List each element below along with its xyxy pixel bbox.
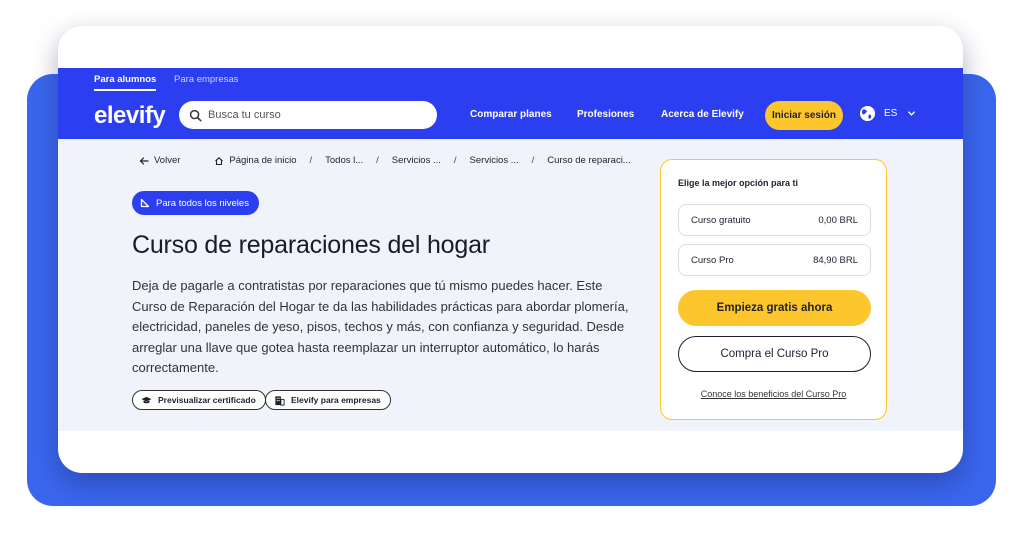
back-label: Volver <box>154 155 181 166</box>
breadcrumb: Volver Página de inicio / Todos l... / S… <box>139 155 631 166</box>
option-price: 84,90 BRL <box>813 254 858 266</box>
arrow-left-icon <box>139 156 149 165</box>
language-code: ES <box>884 108 898 119</box>
course-description: Deja de pagarle a contratistas por repar… <box>132 278 629 375</box>
breadcrumb-item[interactable]: Servicios ... <box>392 155 441 166</box>
breadcrumb-separator: / <box>376 155 379 166</box>
option-label: Curso Pro <box>691 254 734 266</box>
elevify-for-companies-button[interactable]: Elevify para empresas <box>265 390 391 410</box>
search-input[interactable] <box>208 109 428 121</box>
nav-professions[interactable]: Profesiones <box>577 109 634 120</box>
browser-card: Para alumnos Para empresas elevify Compa… <box>58 26 963 473</box>
pricing-card: Elige la mejor opción para ti Curso grat… <box>660 159 887 420</box>
option-pro-course[interactable]: Curso Pro 84,90 BRL <box>678 244 871 276</box>
option-price: 0,00 BRL <box>818 214 858 226</box>
tab-students[interactable]: Para alumnos <box>94 74 157 91</box>
preview-certificate-button[interactable]: Previsualizar certificado <box>132 390 266 410</box>
option-label: Curso gratuito <box>691 214 751 226</box>
tab-companies[interactable]: Para empresas <box>174 74 238 85</box>
page-title: Curso de reparaciones del hogar <box>132 231 490 259</box>
chevron-down-icon <box>908 111 916 116</box>
pricing-title: Elige la mejor opción para ti <box>678 178 799 188</box>
preview-certificate-label: Previsualizar certificado <box>158 395 256 405</box>
home-icon <box>215 156 224 165</box>
nav-about[interactable]: Acerca de Elevify <box>661 109 744 120</box>
pro-benefits-link[interactable]: Conoce los beneficios del Curso Pro <box>661 389 886 399</box>
breadcrumb-item[interactable]: Todos l... <box>325 155 363 166</box>
breadcrumb-home[interactable]: Página de inicio <box>214 155 296 166</box>
course-content: Volver Página de inicio / Todos l... / S… <box>58 139 963 431</box>
elevify-logo[interactable]: elevify <box>94 102 166 130</box>
level-badge: Para todos los niveles <box>132 191 259 215</box>
globe-icon <box>859 105 876 122</box>
nav-compare-plans[interactable]: Comparar planes <box>470 109 552 120</box>
search-box[interactable] <box>179 101 437 129</box>
home-label: Página de inicio <box>229 155 297 166</box>
search-icon <box>189 109 202 121</box>
option-free-course[interactable]: Curso gratuito 0,00 BRL <box>678 204 871 236</box>
audience-bar: Para alumnos Para empresas <box>58 68 963 92</box>
level-icon <box>140 198 150 208</box>
breadcrumb-separator: / <box>453 155 457 166</box>
main-nav: elevify Comparar planes Profesiones Acer… <box>58 92 963 139</box>
buy-pro-button[interactable]: Compra el Curso Pro <box>678 336 871 372</box>
graduation-cap-icon <box>141 396 152 403</box>
login-button[interactable]: Iniciar sesión <box>765 101 843 130</box>
start-free-button[interactable]: Empieza gratis ahora <box>678 290 871 326</box>
breadcrumb-separator: / <box>531 155 535 166</box>
for-companies-label: Elevify para empresas <box>291 395 381 405</box>
language-selector[interactable]: ES <box>859 105 916 122</box>
level-label: Para todos los niveles <box>156 197 249 209</box>
building-icon <box>275 395 285 406</box>
back-link[interactable]: Volver <box>139 155 180 166</box>
breadcrumb-separator: / <box>309 155 313 166</box>
breadcrumb-current: Curso de reparaci... <box>547 155 631 166</box>
breadcrumb-item[interactable]: Servicios ... <box>470 155 519 166</box>
